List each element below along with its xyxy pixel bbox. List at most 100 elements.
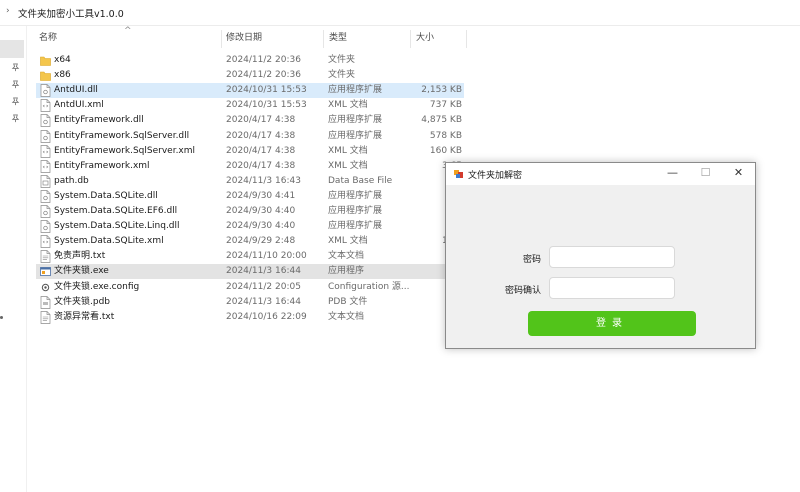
file-row[interactable]: path.db2024/11/3 16:43Data Base File1 — [36, 174, 464, 189]
maximize-button[interactable]: ☐ — [689, 163, 722, 185]
file-row[interactable]: x86 2024/11/2 20:36 文件夹 — [36, 68, 464, 83]
nav-scroll-marker — [0, 316, 3, 319]
file-type: 应用程序扩展 — [328, 190, 383, 201]
file-modified-date: 2024/10/31 15:53 — [226, 85, 307, 96]
app-lock-icon — [454, 170, 463, 178]
file-name: AntdUI.xml — [54, 100, 104, 111]
file-modified-date: 2024/10/31 15:53 — [226, 100, 307, 111]
file-modified-date: 2024/11/3 16:43 — [226, 175, 301, 186]
file-size: 4,875 KB — [421, 115, 462, 126]
nav-item-selected[interactable] — [0, 40, 24, 58]
pin-icon — [11, 114, 20, 123]
file-type: 应用程序扩展 — [328, 206, 383, 216]
file-name: EntityFramework.dll — [54, 115, 144, 126]
file-name: 文件夹锁.pdb — [54, 296, 110, 307]
chevron-right-icon[interactable]: › — [6, 6, 10, 16]
file-row[interactable]: System.Data.SQLite.xml 2024/9/29 2:48 XML … — [36, 234, 464, 249]
file-modified-date: 2020/4/17 4:38 — [226, 130, 296, 141]
sort-ascending-icon: ^ — [124, 26, 132, 36]
file-modified-date: 2020/4/17 4:38 — [226, 160, 296, 171]
file-type: 应用程序 — [328, 266, 365, 277]
file-name: x86 — [54, 70, 71, 81]
pin-icon — [11, 80, 20, 89]
file-type: 应用程序扩展 — [328, 85, 383, 96]
breadcrumb-folder[interactable]: 文件夹加密小工具v1.0.0 — [18, 6, 124, 20]
file-name: AntdUI.dll — [54, 85, 98, 96]
encrypt-dialog: 文件夹加解密 — ☐ ✕ 密码 密码确认 登录 — [445, 162, 756, 349]
file-type: XML 文档 — [328, 145, 368, 156]
file-row[interactable]: EntityFramework.SqlServer.dll 2020/4/17 4… — [36, 129, 464, 144]
file-type: 应用程序扩展 — [328, 221, 383, 232]
column-header-name[interactable]: 名称 — [39, 28, 57, 48]
file-name: System.Data.SQLite.dll — [54, 190, 158, 201]
dialog-title: 文件夹加解密 — [468, 171, 523, 181]
column-header-size[interactable]: 大小 — [416, 28, 434, 48]
minimize-button[interactable]: — — [656, 163, 689, 185]
column-divider[interactable] — [466, 30, 467, 48]
pin-icon — [11, 97, 20, 106]
file-modified-date: 2024/11/3 16:44 — [226, 296, 301, 307]
file-row[interactable]: 文件夹锁.pdb2024/11/3 16:44PDB 文件5 — [36, 295, 464, 310]
file-name: 文件夹锁.exe — [54, 266, 109, 277]
password-label: 密码 — [523, 255, 542, 265]
file-name: path.db — [54, 175, 89, 186]
file-type: 文件夹 — [328, 55, 356, 65]
file-modified-date: 2024/11/10 20:00 — [226, 251, 307, 262]
file-modified-date: 2024/11/2 20:36 — [226, 55, 301, 65]
file-row[interactable]: EntityFramework.dll 2020/4/17 4:38 应用程序扩展 4… — [36, 113, 464, 128]
file-row[interactable]: AntdUI.dll 2024/10/31 15:53 应用程序扩展 2,153 KB — [36, 83, 464, 99]
file-row[interactable]: System.Data.SQLite.dll 2024/9/30 4:41 应用程序… — [36, 189, 464, 204]
navigation-pane — [0, 26, 27, 492]
login-button[interactable]: 登录 — [528, 311, 696, 336]
file-type: XML 文档 — [328, 100, 368, 111]
column-header-type[interactable]: 类型 — [329, 28, 347, 48]
column-header-date[interactable]: 修改日期 — [226, 28, 262, 48]
address-bar: › 文件夹加密小工具v1.0.0 — [0, 0, 800, 26]
dialog-titlebar[interactable]: 文件夹加解密 — ☐ ✕ — [446, 163, 755, 185]
file-type: 文本文档 — [328, 311, 365, 322]
file-row[interactable]: 文件夹锁.exe2024/11/3 16:44应用程序5 — [36, 264, 464, 280]
file-type: 应用程序扩展 — [328, 115, 383, 126]
file-modified-date: 2024/11/3 16:44 — [226, 266, 301, 277]
file-row[interactable]: 文件夹锁.exe.config 2024/11/2 20:05 Configurat… — [36, 280, 464, 295]
file-modified-date: 2024/10/16 22:09 — [226, 311, 307, 322]
file-modified-date: 2024/9/30 4:41 — [226, 190, 296, 201]
pin-icon — [11, 63, 20, 72]
file-modified-date: 2024/11/2 20:36 — [226, 70, 301, 81]
file-name: 资源异常看.txt — [54, 311, 115, 322]
file-row[interactable]: EntityFramework.SqlServer.xml 2020/4/17 4… — [36, 144, 464, 159]
confirm-password-input[interactable] — [549, 277, 675, 299]
file-modified-date: 2024/9/29 2:48 — [226, 236, 296, 247]
file-row[interactable]: AntdUI.xml 2024/10/31 15:53 XML 文档 737 KB — [36, 98, 464, 113]
file-type: PDB 文件 — [328, 296, 368, 307]
file-type: XML 文档 — [328, 160, 368, 171]
file-name: System.Data.SQLite.EF6.dll — [54, 206, 178, 216]
file-modified-date: 2024/9/30 4:40 — [226, 206, 296, 216]
file-type: Data Base File — [328, 175, 393, 186]
file-name: EntityFramework.SqlServer.xml — [54, 145, 196, 156]
file-modified-date: 2020/4/17 4:38 — [226, 145, 296, 156]
file-type: XML 文档 — [328, 236, 368, 247]
file-type: 文件夹 — [328, 70, 356, 81]
column-divider[interactable] — [323, 30, 324, 48]
file-row[interactable]: System.Data.SQLite.Linq.dll 2024/9/30 4:4… — [36, 219, 464, 234]
file-name: x64 — [54, 55, 71, 65]
close-button[interactable]: ✕ — [722, 163, 755, 185]
file-size: 737 KB — [429, 100, 462, 111]
file-name: 免责声明.txt — [54, 251, 106, 262]
password-input[interactable] — [549, 246, 675, 268]
file-row[interactable]: 免责声明.txt 2024/11/10 20:00 文本文档 — [36, 249, 464, 264]
file-modified-date: 2020/4/17 4:38 — [226, 115, 296, 126]
file-type: 文本文档 — [328, 251, 365, 262]
column-divider[interactable] — [410, 30, 411, 48]
file-name: System.Data.SQLite.xml — [54, 236, 164, 247]
column-divider[interactable] — [221, 30, 222, 48]
file-name: 文件夹锁.exe.config — [54, 281, 140, 292]
file-row[interactable]: EntityFramework.xml2020/4/17 4:38XML 文档3… — [36, 159, 464, 174]
file-size: 2,153 KB — [421, 85, 462, 96]
file-row[interactable]: 资源异常看.txt 2024/10/16 22:09 文本文档 — [36, 310, 464, 325]
file-row[interactable]: System.Data.SQLite.EF6.dll 2024/9/30 4:40… — [36, 204, 464, 219]
file-name: EntityFramework.xml — [54, 160, 150, 171]
confirm-password-label: 密码确认 — [505, 286, 542, 296]
file-row[interactable]: x64 2024/11/2 20:36 文件夹 — [36, 53, 464, 68]
